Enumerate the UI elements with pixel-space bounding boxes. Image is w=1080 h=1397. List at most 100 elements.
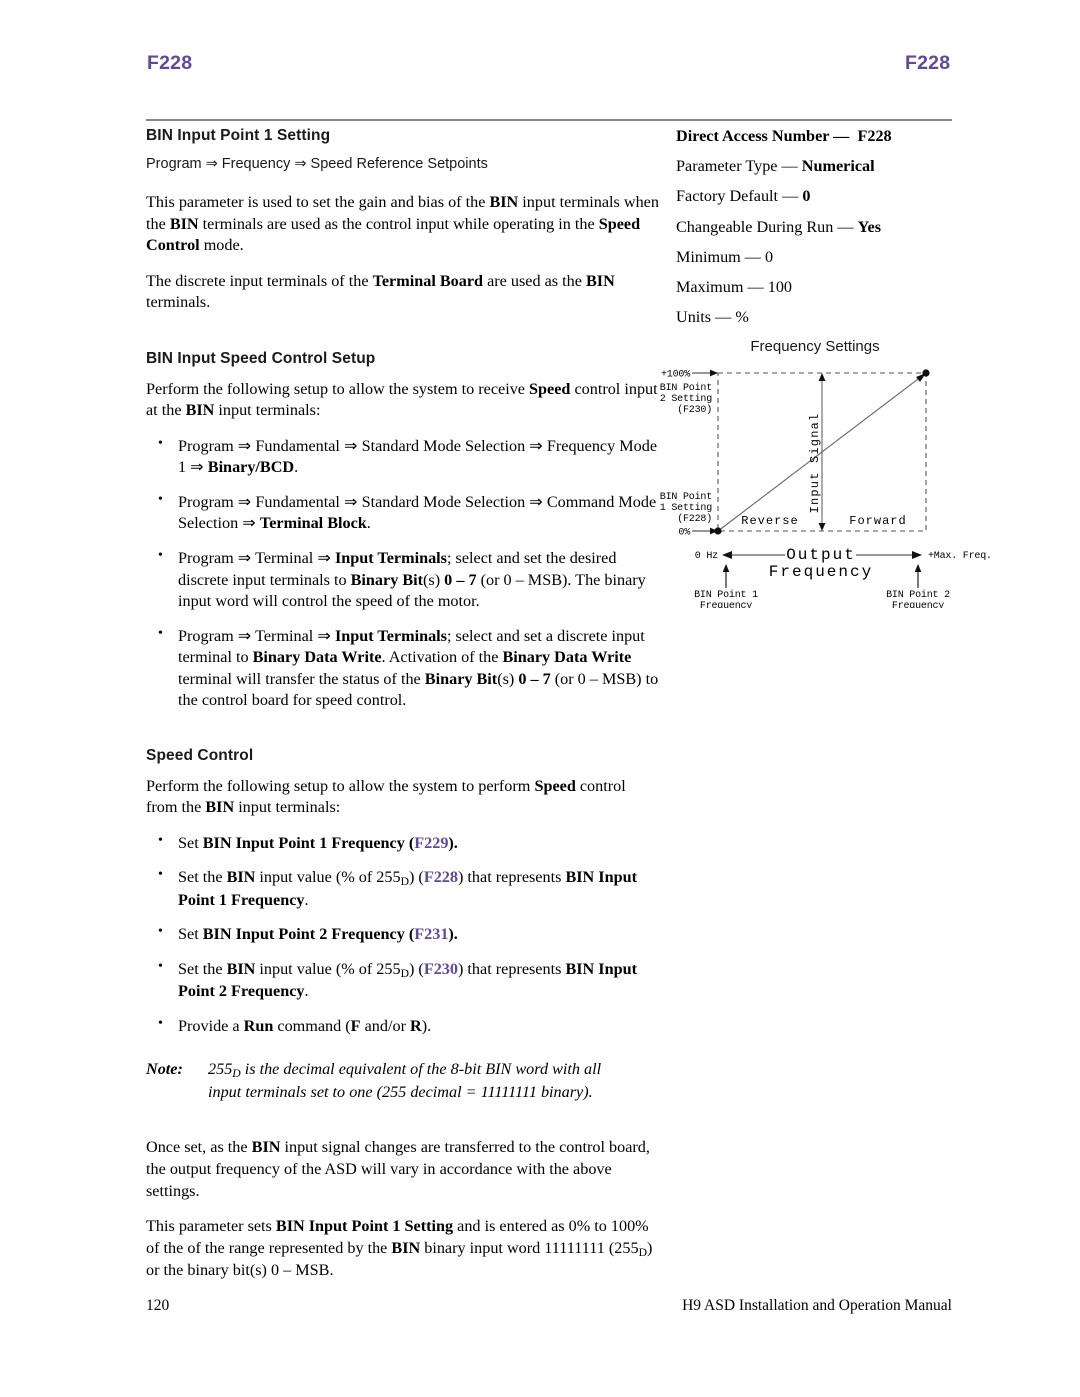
parameter-link-f229[interactable]: F229 (414, 834, 448, 852)
text-run-bold: BIN (391, 1238, 421, 1257)
text-run: ) ( (409, 868, 424, 887)
footer-book-title: H9 ASD Installation and Operation Manual (682, 1297, 952, 1314)
list-item: Provide a Run command (F and/or R). (146, 1015, 661, 1038)
text-run: 255 (208, 1060, 233, 1079)
footer-page-number: 120 (146, 1297, 170, 1314)
figure-diagram: +100% BIN Point 2 Setting (F230) BIN Poi… (660, 369, 990, 608)
input-signal-axis-arrow-down (818, 523, 826, 531)
text-run: . Activation of the (381, 648, 503, 667)
text-run: Program ⇒ Fundamental ⇒ Standard Mode Se… (178, 492, 657, 533)
label-y-bottom-line2: 1 Setting (660, 502, 712, 514)
text-run-bold: Input Terminals (334, 626, 447, 645)
text-run-bold: ). (448, 833, 458, 852)
text-run-bold: Binary Bit (424, 669, 498, 688)
label-x-right-line2: Frequency (892, 601, 944, 608)
text-run-bold: Run (243, 1016, 274, 1035)
text-run-bold: Binary Data Write (502, 648, 632, 667)
label-x-right-tick: +Max. Freq. (928, 551, 990, 562)
text-run: Set (178, 833, 203, 852)
parameter-link-f230[interactable]: F230 (424, 960, 458, 978)
text-run: command ( (273, 1016, 351, 1035)
text-run: ). (421, 1016, 432, 1035)
parameter-link-f228[interactable]: F228 (424, 868, 458, 886)
label-x-left-line2: Frequency (700, 601, 752, 608)
label-x-left-line1: BIN Point 1 (694, 589, 758, 601)
text-run: ) ( (409, 959, 424, 978)
intro-paragraph-2: The discrete input terminals of the Term… (146, 271, 661, 314)
figure-title: Frequency Settings (750, 338, 880, 355)
text-run-bold: BIN Input Point 1 Setting (275, 1217, 454, 1236)
text-run: The discrete input terminals of the (146, 271, 373, 290)
label-y-top-line1: BIN Point (660, 382, 712, 394)
text-run-bold: BIN (169, 214, 199, 233)
text-run: Perform the following setup to allow the… (146, 379, 530, 398)
spec-row-maximum: Maximum — 100 (676, 279, 966, 295)
top-pointer-arrow (710, 369, 718, 377)
text-run-bold: 0 – 7 (444, 570, 477, 589)
intro-paragraph-1: This parameter is used to set the gain a… (146, 192, 661, 257)
running-head-right: F228 (905, 52, 951, 74)
text-run-bold: Speed (534, 776, 576, 795)
text-run: input terminals: (214, 401, 321, 420)
list-item: Set the BIN input value (% of 255D) (F23… (146, 958, 661, 1003)
right-column-specs: Direct Access Number — F228 Parameter Ty… (676, 127, 966, 339)
spec-value: F228 (857, 127, 892, 145)
label-x-right-line1: BIN Point 2 (886, 589, 950, 601)
label-y-top-line3: (F230) (677, 404, 712, 416)
spec-value: % (735, 308, 749, 327)
label-input-signal-axis: Input Signal (808, 413, 822, 514)
label-y-bottom-line1: BIN Point (660, 491, 712, 503)
header-rule (146, 119, 952, 121)
text-run: and/or (360, 1016, 411, 1035)
text-run: ) that represents (458, 868, 566, 887)
label-y-top-line2: 2 Setting (660, 393, 712, 405)
text-run: . (294, 458, 299, 477)
text-run: binary input word 11111111 (255 (420, 1238, 639, 1257)
text-run-bold: BIN (185, 401, 215, 420)
note-label: Note: (146, 1060, 183, 1079)
list-item: Set BIN Input Point 1 Frequency (F229). (146, 832, 661, 855)
text-run: (s) (423, 570, 445, 589)
spec-row-factory-default: Factory Default — 0 (676, 188, 966, 204)
spec-label: Minimum — (676, 247, 761, 266)
text-run: mode. (199, 236, 244, 255)
text-run: This parameter sets (146, 1217, 276, 1236)
spec-value: Numerical (801, 157, 875, 176)
text-run-bold: Speed (529, 379, 571, 398)
spec-label: Units — (676, 308, 732, 327)
subscript-d: D (400, 875, 409, 889)
document-page: F228 F228 BIN Input Point 1 Setting Prog… (0, 0, 1080, 1397)
page-title: BIN Input Point 1 Setting (146, 127, 331, 144)
text-run-bold: BIN (585, 271, 615, 290)
spec-row-parameter-type: Parameter Type — Numerical (676, 158, 966, 174)
spec-value: 100 (767, 278, 793, 297)
subscript-d: D (232, 1067, 241, 1081)
setup-bullet-list: Program ⇒ Fundamental ⇒ Standard Mode Se… (146, 435, 661, 712)
text-run: Set the (178, 959, 227, 978)
final-paragraph-1: Once set, as the BIN input signal change… (146, 1137, 661, 1202)
text-run-bold: BIN Input Point 2 Frequency (202, 925, 405, 944)
subscript-d: D (400, 966, 409, 980)
text-run-bold: Binary/BCD (207, 458, 295, 477)
list-item: Program ⇒ Terminal ⇒ Input Terminals; se… (146, 547, 661, 613)
text-run-bold: BIN (205, 798, 235, 817)
text-run: input terminals: (234, 798, 341, 817)
spec-row-direct-access-number: Direct Access Number — F228 (676, 128, 966, 144)
text-run-bold: R (410, 1016, 422, 1035)
output-axis-right-arrow (912, 551, 922, 559)
subscript-d: D (638, 1245, 647, 1259)
text-run-bold: 0 – 7 (518, 669, 551, 688)
text-run: input value (% of 255 (255, 868, 401, 887)
left-column: BIN Input Point 1 Setting Program ⇒ Freq… (146, 127, 661, 1296)
note-block: Note: 255D is the decimal equivalent of t… (146, 1059, 661, 1103)
label-zone-forward: Forward (849, 514, 906, 528)
text-run: (s) (497, 669, 519, 688)
parameter-link-f231[interactable]: F231 (414, 925, 448, 943)
speed-control-bullet-list: Set BIN Input Point 1 Frequency (F229). … (146, 832, 661, 1038)
text-run-bold: F (350, 1016, 361, 1035)
list-item: Program ⇒ Terminal ⇒ Input Terminals; se… (146, 625, 661, 712)
text-run: Once set, as the (146, 1138, 252, 1157)
spec-value: 0 (802, 187, 811, 206)
label-output: Output (786, 546, 856, 564)
label-zone-reverse: Reverse (741, 514, 798, 528)
